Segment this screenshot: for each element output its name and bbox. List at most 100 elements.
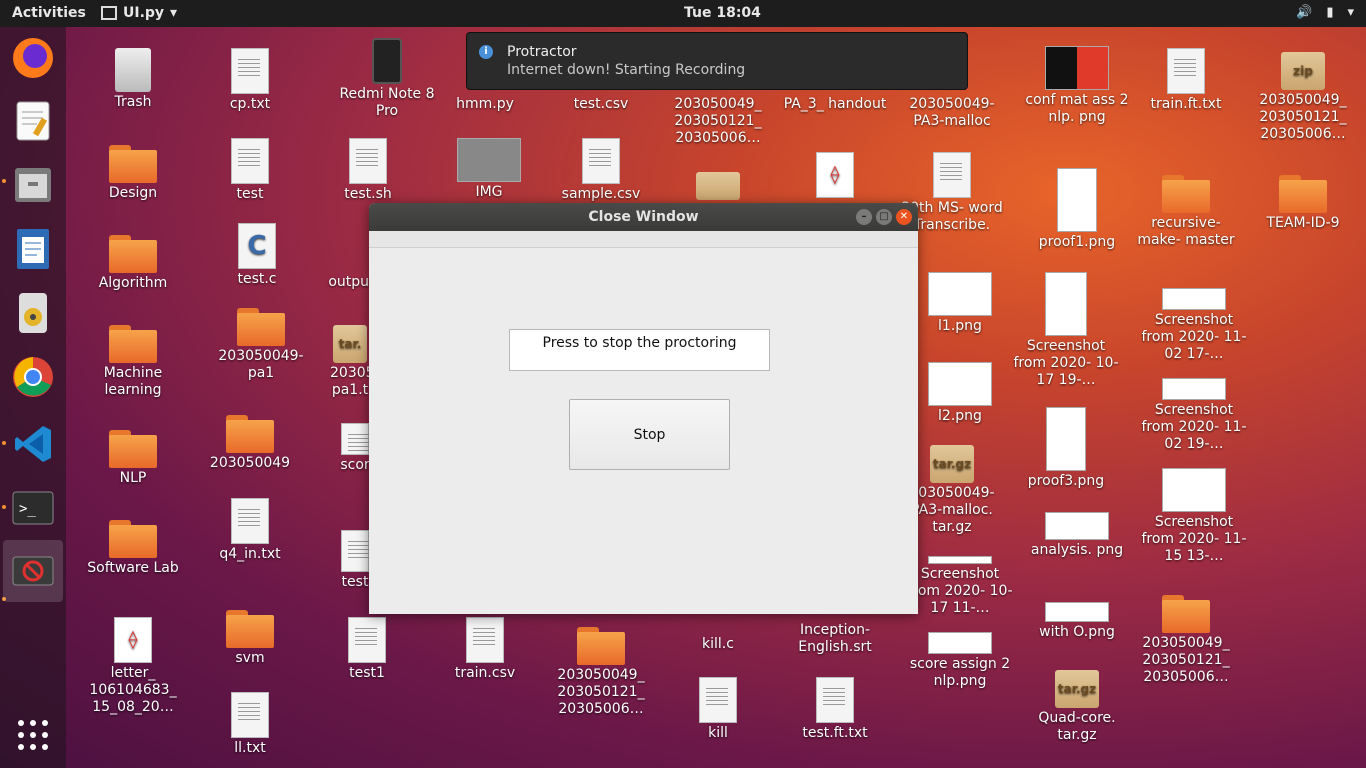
desktop-icon-hmm-py[interactable]: hmm.py <box>430 96 540 113</box>
system-tray[interactable]: 🔊 ▮ ▾ <box>1296 5 1354 20</box>
rhythmbox-icon[interactable] <box>9 289 57 337</box>
text-file-icon <box>1167 48 1205 94</box>
desktop-icon-scor[interactable]: scor <box>340 423 370 474</box>
image-thumbnail-icon <box>1162 288 1226 310</box>
desktop-icon-team-id-9[interactable]: TEAM-ID-9 <box>1248 175 1358 232</box>
desktop-icon-l2[interactable]: l2.png <box>905 362 1015 425</box>
running-indicator <box>2 179 6 183</box>
desktop-icon-img[interactable]: IMG <box>434 138 544 201</box>
desktop-icon-ss-1102-17[interactable]: Screenshot from 2020- 11-02 17-… <box>1139 288 1249 363</box>
desktop-icon-test-ft[interactable]: test.ft.txt <box>780 677 890 742</box>
desktop-icon-test-sh[interactable]: test.sh <box>313 138 423 203</box>
desktop-icon-package-partial[interactable] <box>663 172 773 202</box>
window-icon <box>101 6 117 20</box>
clock[interactable]: Tue 18:04 <box>684 5 761 21</box>
folder-icon <box>109 520 157 558</box>
desktop-icon-outpu[interactable]: outpu <box>305 228 369 290</box>
volume-icon: 🔊 <box>1296 5 1313 20</box>
desktop-icon-letter[interactable]: ⟠ letter_ 106104683_ 15_08_20… <box>78 617 188 716</box>
dock: >_ <box>0 27 66 768</box>
desktop-icon-analysis[interactable]: analysis. png <box>1022 512 1132 559</box>
desktop-icon-pa3-malloc[interactable]: 203050049- PA3-malloc <box>897 96 1007 130</box>
desktop-icon-ss-1115-13[interactable]: Screenshot from 2020- 11-15 13-… <box>1139 468 1249 565</box>
close-window-dialog: Close Window – □ ✕ Press to stop the pro… <box>369 203 918 614</box>
desktop-icon-with-o[interactable]: with O.png <box>1022 602 1132 641</box>
desktop-icon-kill-c[interactable]: kill.c <box>663 618 773 652</box>
battery-icon: ▮ <box>1326 5 1334 20</box>
c-source-icon: C <box>238 223 276 269</box>
desktop-icon-test-c[interactable]: C test.c <box>202 223 312 288</box>
desktop-icon-machine-learning[interactable]: Machine learning <box>78 325 188 399</box>
window-titlebar[interactable]: Close Window – □ ✕ <box>369 203 918 231</box>
vscode-icon[interactable] <box>9 420 57 468</box>
desktop-icon-svm[interactable]: svm <box>195 610 305 667</box>
desktop-icon-pa1[interactable]: 203050049- pa1 <box>206 308 316 382</box>
desktop-icon-train-csv[interactable]: train.csv <box>430 617 540 682</box>
desktop-icon-recursive[interactable]: recursive- make- master <box>1131 175 1241 249</box>
text-editor-icon[interactable] <box>9 96 57 144</box>
image-thumbnail-icon <box>928 272 992 316</box>
desktop-icon-pa1-tar[interactable]: tar. 20305 pa1.t <box>330 325 375 399</box>
notification-banner[interactable]: i Protractor Internet down! Starting Rec… <box>466 32 968 90</box>
desktop-icon-l1[interactable]: l1.png <box>905 272 1015 335</box>
desktop-icon-ss-1017-11[interactable]: Screenshot from 2020- 10-17 11-… <box>905 556 1015 617</box>
desktop-icon-nlp[interactable]: NLP <box>78 430 188 487</box>
desktop-icon-q4-in[interactable]: q4_in.txt <box>195 498 305 563</box>
desktop-icon-ll-txt[interactable]: ll.txt <box>195 692 305 757</box>
package-icon: tar. <box>333 325 367 363</box>
app-grid-icon[interactable] <box>9 711 57 759</box>
desktop-icon-kill[interactable]: kill <box>663 677 773 742</box>
desktop-icon-proof1[interactable]: proof1.png <box>1022 168 1132 251</box>
desktop-icon-203050049[interactable]: 203050049 <box>195 415 305 472</box>
desktop-icon-cp-txt[interactable]: cp.txt <box>195 48 305 113</box>
desktop-icon-quad-core[interactable]: tar.gz Quad-core. tar.gz <box>1022 670 1132 744</box>
top-bar: Activities UI.py ▾ Tue 18:04 🔊 ▮ ▾ <box>0 0 1366 27</box>
terminal-icon[interactable]: >_ <box>9 484 57 532</box>
desktop-icon-test-partial[interactable]: test <box>340 530 370 591</box>
desktop-icon-pa3-handout[interactable]: PA_3_ handout <box>780 96 890 113</box>
desktop-icon-test[interactable]: test <box>195 138 305 203</box>
folder-icon <box>226 610 274 648</box>
stop-button[interactable]: Stop <box>569 399 730 470</box>
text-file-icon <box>348 617 386 663</box>
desktop-icon-203050049-b[interactable]: 203050049_ 203050121_ 20305006… <box>663 96 773 147</box>
activities-button[interactable]: Activities <box>12 5 86 21</box>
desktop-icon-proof3[interactable]: proof3.png <box>1011 407 1121 490</box>
desktop-icon-redmi[interactable]: Redmi Note 8 Pro <box>332 38 442 120</box>
chrome-icon[interactable] <box>9 353 57 401</box>
files-icon[interactable] <box>9 160 57 208</box>
desktop-icon-inception[interactable]: Inception- English.srt <box>780 622 890 656</box>
folder-icon <box>237 308 285 346</box>
folder-icon <box>109 235 157 273</box>
close-icon[interactable]: ✕ <box>896 209 912 225</box>
desktop-icon-zip[interactable]: zip 203050049_ 203050121_ 20305006… <box>1248 52 1358 143</box>
desktop-icon-test-csv[interactable]: test.csv <box>546 96 656 113</box>
desktop-icon-203050049-c[interactable]: 203050049_ 203050121_ 20305006… <box>546 627 656 718</box>
desktop-icon-pdf-partial[interactable]: ⟠ <box>780 152 890 200</box>
desktop-icon-ss-1102-19[interactable]: Screenshot from 2020- 11-02 19-… <box>1139 378 1249 453</box>
image-thumbnail-icon <box>1162 378 1226 400</box>
desktop-icon-algorithm[interactable]: Algorithm <box>78 235 188 292</box>
desktop-icon-design[interactable]: Design <box>78 145 188 202</box>
image-thumbnail-icon <box>457 138 521 182</box>
pdf-icon: ⟠ <box>114 617 152 663</box>
app-menu[interactable]: UI.py ▾ <box>101 5 177 21</box>
python-app-icon[interactable] <box>9 547 57 595</box>
desktop-icon-conf-mat[interactable]: conf mat ass 2 nlp. png <box>1022 46 1132 126</box>
libreoffice-writer-icon[interactable] <box>9 225 57 273</box>
desktop-icon-score-assign[interactable]: score assign 2 nlp.png <box>905 632 1015 690</box>
desktop-icon-train-ft[interactable]: train.ft.txt <box>1131 48 1241 113</box>
desktop-icon-software-lab[interactable]: Software Lab <box>78 520 188 577</box>
image-thumbnail-icon <box>1045 272 1087 336</box>
image-thumbnail-icon <box>1045 512 1109 540</box>
firefox-icon[interactable] <box>9 34 57 82</box>
maximize-icon[interactable]: □ <box>876 209 892 225</box>
desktop-icon-sample-csv[interactable]: sample.csv <box>546 138 656 203</box>
desktop-icon-test1[interactable]: test1 <box>312 617 422 682</box>
desktop-icon-ss-1017-19[interactable]: Screenshot from 2020- 10-17 19-… <box>1011 272 1121 389</box>
desktop-icon-trash[interactable]: Trash <box>78 48 188 111</box>
minimize-icon[interactable]: – <box>856 209 872 225</box>
folder-icon <box>1162 175 1210 213</box>
desktop-icon-203050049-d[interactable]: 203050049_ 203050121_ 20305006… <box>1131 595 1241 686</box>
text-file-icon <box>231 138 269 184</box>
